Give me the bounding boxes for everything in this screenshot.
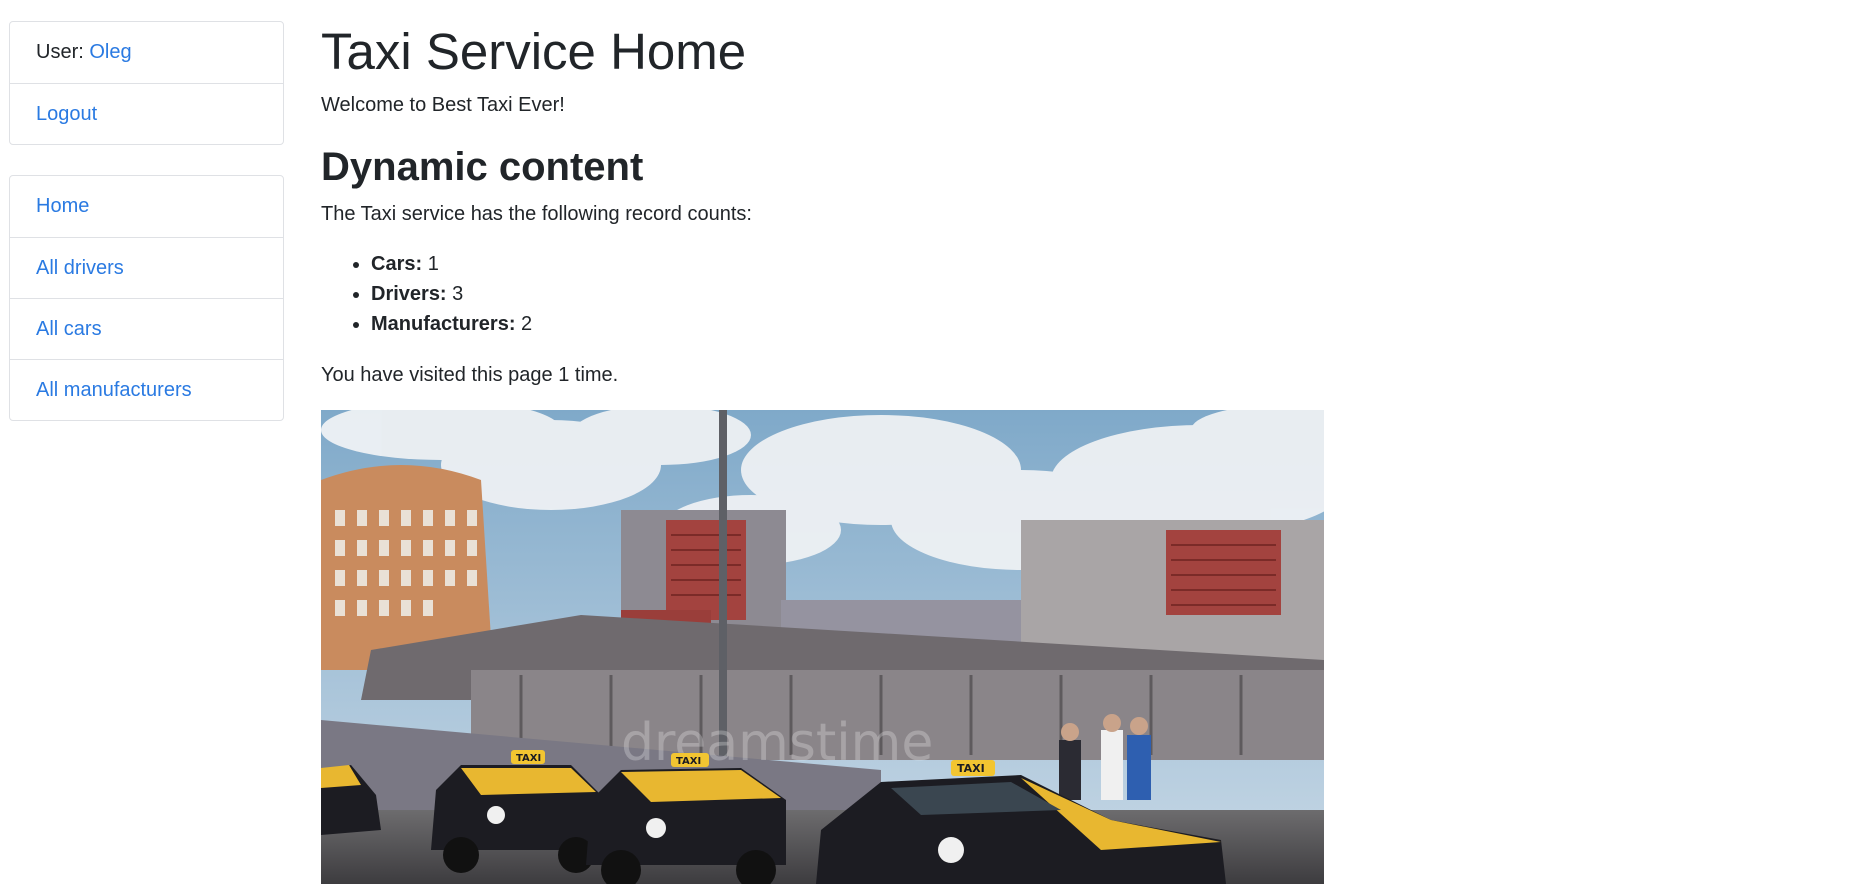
nav-item-all-cars[interactable]: All cars — [10, 298, 283, 359]
counts-intro: The Taxi service has the following recor… — [321, 203, 752, 225]
nav-link-all-drivers[interactable]: All drivers — [36, 257, 124, 279]
logout-link[interactable]: Logout — [36, 103, 97, 125]
nav-link-all-cars[interactable]: All cars — [36, 318, 102, 340]
taxi-photo-illustration: dreamstime TAXI TAXI TAXI — [321, 410, 1324, 884]
people-group — [1059, 714, 1151, 800]
taxi-sign: TAXI — [676, 756, 701, 767]
count-value: 1 — [427, 253, 439, 275]
welcome-text: Welcome to Best Taxi Ever! — [321, 94, 565, 116]
taxi-sign: TAXI — [957, 762, 985, 775]
taxi-rank-photo: dreamstime TAXI TAXI TAXI — [321, 410, 1324, 884]
user-label: User: — [36, 41, 90, 63]
nav-item-home[interactable]: Home — [10, 176, 283, 237]
user-name-link[interactable]: Oleg — [89, 41, 131, 63]
count-label: Manufacturers: — [371, 313, 516, 335]
list-item-manufacturers: Manufacturers: 2 — [371, 309, 532, 339]
list-item-cars: Cars: 1 — [371, 249, 532, 279]
page-title: Taxi Service Home — [321, 23, 747, 80]
user-panel: User: Oleg Logout — [9, 21, 284, 145]
watermark: dreamstime — [621, 713, 933, 773]
count-label: Drivers: — [371, 283, 447, 305]
list-item-drivers: Drivers: 3 — [371, 279, 532, 309]
nav-item-all-drivers[interactable]: All drivers — [10, 237, 283, 298]
count-value: 3 — [452, 283, 464, 305]
sidebar: User: Oleg Logout Home All drivers All c… — [9, 21, 284, 421]
nav-link-all-manufacturers[interactable]: All manufacturers — [36, 379, 192, 401]
taxi-sign: TAXI — [516, 753, 541, 764]
section-title: Dynamic content — [321, 145, 644, 189]
count-label: Cars: — [371, 253, 423, 275]
nav-link-home[interactable]: Home — [36, 195, 89, 217]
record-counts-list: Cars: 1 Drivers: 3 Manufacturers: 2 — [321, 249, 532, 339]
logout-item[interactable]: Logout — [10, 83, 283, 144]
user-info: User: Oleg — [10, 22, 283, 83]
nav-panel: Home All drivers All cars All manufactur… — [9, 175, 284, 421]
nav-item-all-manufacturers[interactable]: All manufacturers — [10, 359, 283, 420]
visit-counter-text: You have visited this page 1 time. — [321, 364, 619, 386]
count-value: 2 — [521, 313, 533, 335]
